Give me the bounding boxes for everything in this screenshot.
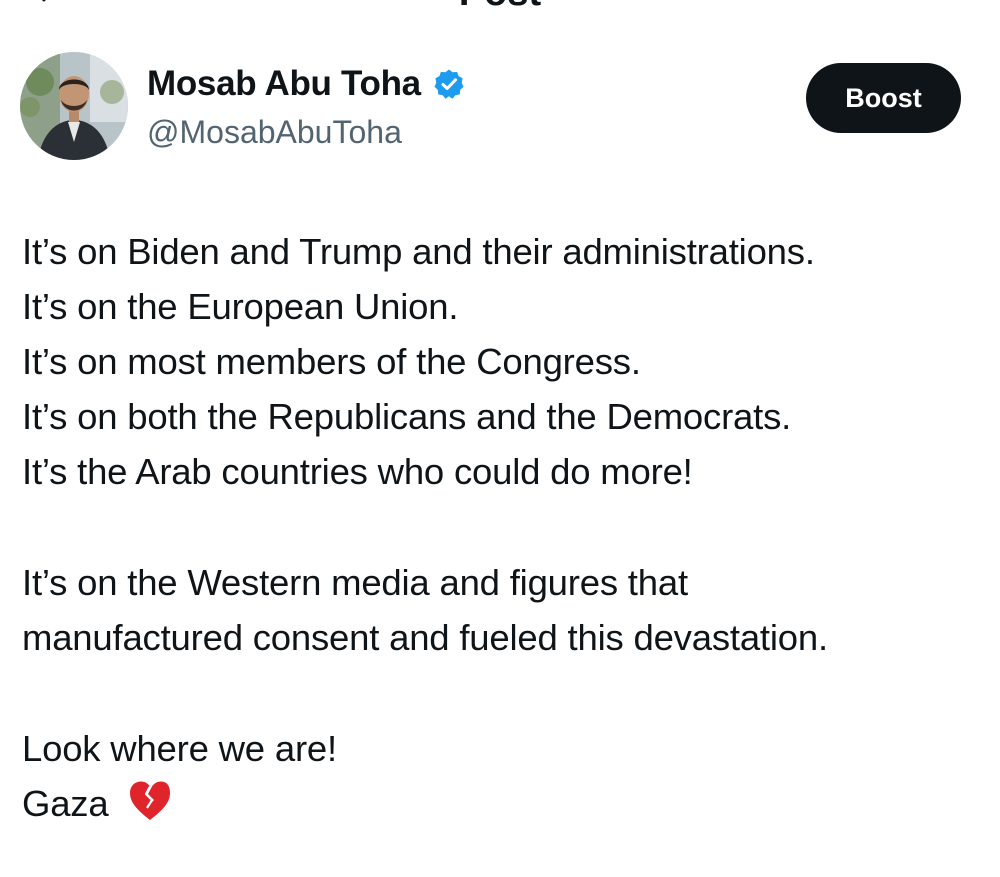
top-bar: Post xyxy=(0,0,1000,14)
post-header: Mosab Abu Toha @MosabAbuToha Boost xyxy=(20,52,970,162)
post-text-line: It’s on the European Union. xyxy=(22,286,459,327)
author-name[interactable]: Mosab Abu Toha xyxy=(147,62,421,106)
post-text-line: It’s on Biden and Trump and their admini… xyxy=(22,231,815,272)
post-text-line: manufactured consent and fueled this dev… xyxy=(22,617,828,658)
post-text-line: It’s on both the Republicans and the Dem… xyxy=(22,396,792,437)
avatar[interactable] xyxy=(20,52,128,160)
post-text-last-line: Gaza xyxy=(22,776,982,831)
post-body: It’s on Biden and Trump and their admini… xyxy=(22,224,982,831)
post-text-gaza: Gaza xyxy=(22,783,109,824)
boost-button[interactable]: Boost xyxy=(806,63,961,133)
author-handle[interactable]: @MosabAbuToha xyxy=(147,112,402,152)
verified-badge-icon[interactable] xyxy=(433,68,465,100)
post-text-line: Look where we are! xyxy=(22,728,337,769)
post-text-line: It’s on the Western media and figures th… xyxy=(22,562,688,603)
post-text-line: It’s the Arab countries who could do mor… xyxy=(22,451,693,492)
broken-heart-icon xyxy=(128,780,172,822)
page-title: Post xyxy=(0,0,1000,12)
name-row: Mosab Abu Toha xyxy=(147,62,465,106)
post-text-line: It’s on most members of the Congress. xyxy=(22,341,641,382)
